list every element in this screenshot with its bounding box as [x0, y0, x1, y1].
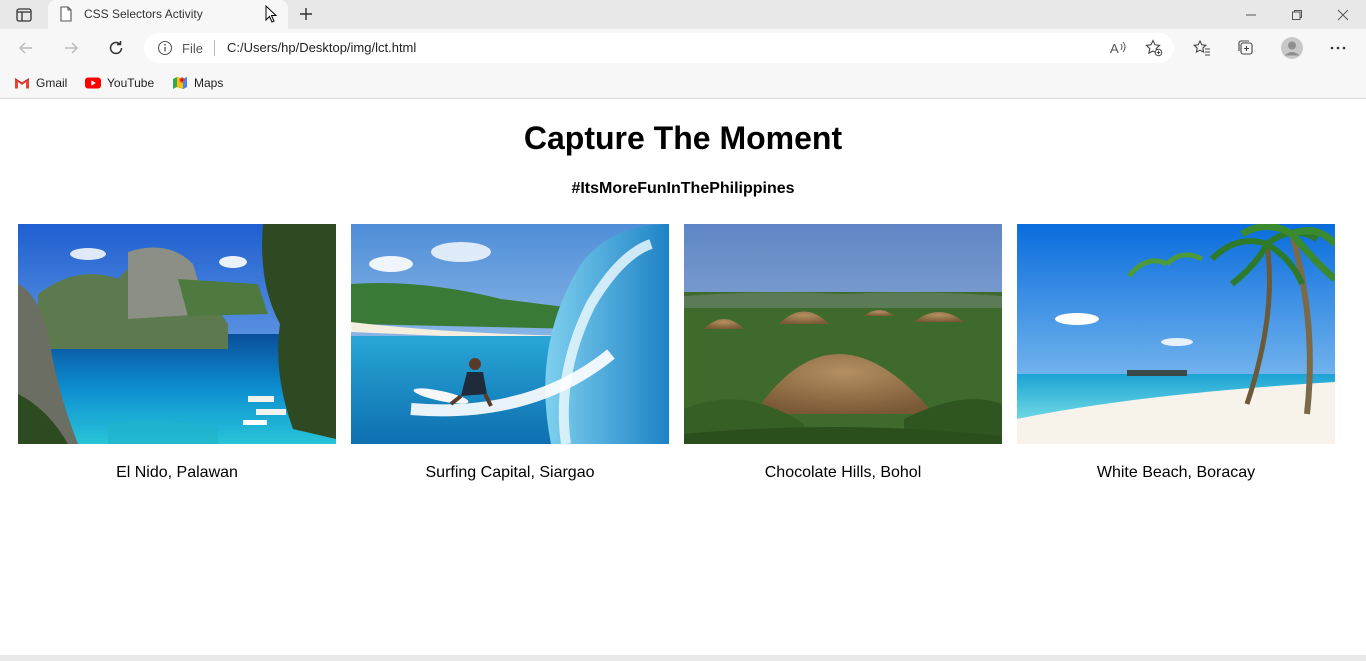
refresh-button[interactable]: [101, 34, 131, 62]
maps-icon: [172, 75, 188, 91]
bookmark-label: YouTube: [107, 76, 155, 90]
restore-button[interactable]: [1274, 0, 1320, 29]
gallery-card-boracay: White Beach, Boracay: [1017, 224, 1335, 482]
gallery-card-el-nido: El Nido, Palawan: [18, 224, 336, 482]
bookmark-label: Maps: [194, 76, 224, 90]
forward-button[interactable]: [56, 34, 86, 62]
minimize-button[interactable]: [1228, 0, 1274, 29]
favorites-icon[interactable]: [1187, 34, 1217, 62]
collections-icon[interactable]: [1231, 34, 1261, 62]
tab-bar: CSS Selectors Activity: [0, 0, 1366, 29]
bookmarks-bar: Gmail YouTube Maps: [0, 67, 1366, 99]
page-subtitle: #ItsMoreFunInThePhilippines: [571, 180, 795, 197]
gallery-card-chocolate-hills: Chocolate Hills, Bohol: [684, 224, 1002, 482]
read-aloud-icon[interactable]: A: [1109, 39, 1127, 57]
gallery-caption: Chocolate Hills, Bohol: [764, 464, 922, 481]
bookmark-youtube[interactable]: YouTube: [85, 73, 154, 93]
web-page: Capture The Moment #ItsMoreFunInThePhili…: [0, 100, 1366, 655]
gallery-caption: Surfing Capital, Siargao: [425, 464, 595, 481]
info-icon[interactable]: [157, 40, 173, 56]
window-bottom-edge: [0, 655, 1366, 661]
youtube-icon: [85, 75, 101, 91]
back-button[interactable]: [11, 34, 41, 62]
gallery-caption: El Nido, Palawan: [116, 464, 238, 481]
address-scheme: File: [182, 41, 203, 56]
bookmark-maps[interactable]: Maps: [172, 73, 223, 93]
gmail-icon: [14, 75, 30, 91]
chocolate-hills-photo: [684, 224, 1002, 444]
new-tab-button[interactable]: [294, 3, 318, 25]
gallery-caption: White Beach, Boracay: [1096, 464, 1256, 481]
address-bar[interactable]: File C:/Users/hp/Desktop/img/lct.html A: [144, 33, 1174, 63]
gallery-card-siargao: Surfing Capital, Siargao: [351, 224, 669, 482]
lagoon-cliffs-photo: [18, 224, 336, 444]
bookmark-label: Gmail: [36, 76, 68, 90]
svg-text:A: A: [1110, 41, 1119, 56]
cursor-icon: [262, 4, 280, 23]
surfer-wave-photo: [351, 224, 669, 444]
address-url[interactable]: C:/Users/hp/Desktop/img/lct.html: [227, 40, 416, 55]
add-favorite-icon[interactable]: [1145, 39, 1163, 57]
close-window-button[interactable]: [1320, 0, 1366, 29]
page-title: Capture The Moment: [523, 120, 843, 156]
palm-beach-photo: [1017, 224, 1335, 444]
tab-title: CSS Selectors Activity: [84, 7, 203, 21]
page-icon: [59, 6, 73, 22]
bookmark-gmail[interactable]: Gmail: [14, 73, 67, 93]
browser-toolbar: File C:/Users/hp/Desktop/img/lct.html A: [0, 29, 1366, 67]
address-divider: [214, 40, 215, 56]
active-tab[interactable]: CSS Selectors Activity: [48, 0, 288, 29]
more-menu-icon[interactable]: [1323, 34, 1353, 62]
tab-actions-icon[interactable]: [10, 4, 38, 26]
profile-avatar[interactable]: [1277, 34, 1307, 62]
